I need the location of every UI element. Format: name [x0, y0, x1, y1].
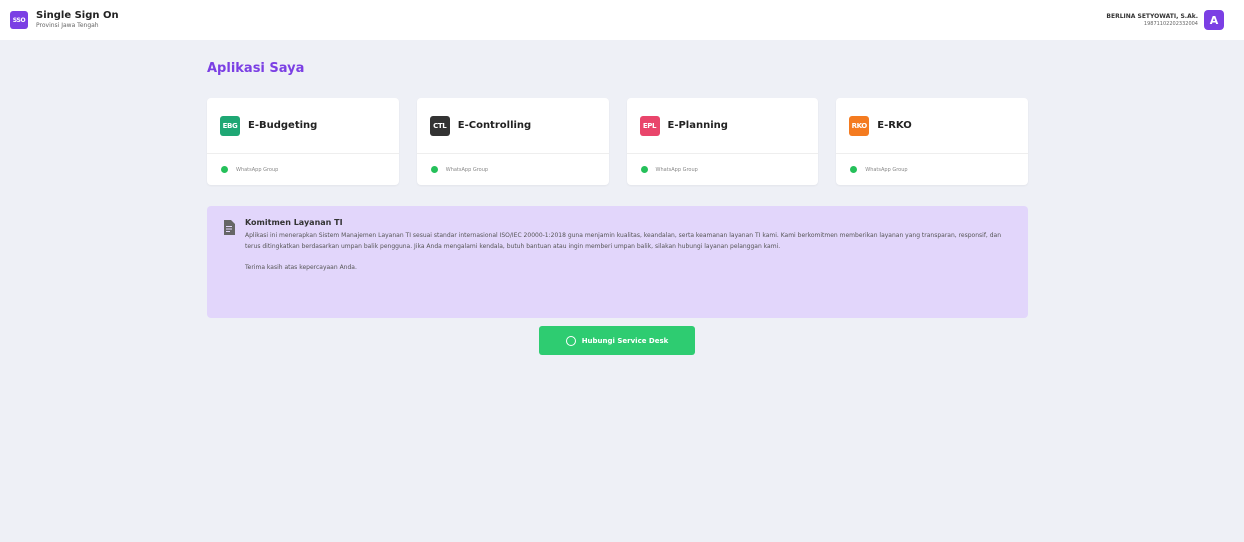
app-name[interactable]: E-Controlling: [458, 120, 531, 131]
notice-paragraph: Aplikasi ini menerapkan Sistem Manajemen…: [245, 232, 1002, 250]
whatsapp-group-link[interactable]: WhatsApp Group: [627, 154, 819, 185]
whatsapp-icon: [430, 166, 438, 173]
whatsapp-group-link[interactable]: WhatsApp Group: [207, 154, 399, 185]
whatsapp-group-label[interactable]: WhatsApp Group: [236, 167, 278, 173]
top-bar: SSO Single Sign On Provinsi Jawa Tengah …: [0, 0, 1244, 40]
user-info: BERLINA SETYOWATI, S.Ak. 198711022023320…: [1106, 13, 1198, 28]
whatsapp-icon: [850, 166, 858, 173]
app-card-erko[interactable]: RKO E-RKO WhatsApp Group: [836, 98, 1028, 185]
cta-label: Hubungi Service Desk: [581, 336, 669, 345]
app-name[interactable]: E-Planning: [668, 120, 728, 131]
whatsapp-group-link[interactable]: WhatsApp Group: [836, 154, 1028, 185]
whatsapp-icon: [565, 335, 576, 346]
user-name: BERLINA SETYOWATI, S.Ak.: [1106, 12, 1198, 20]
page-title: Aplikasi Saya: [207, 61, 305, 76]
document-icon: [224, 220, 235, 235]
whatsapp-icon: [640, 166, 648, 173]
app-cards: EBG E-Budgeting WhatsApp Group CTL E-Con…: [207, 98, 1028, 185]
app-card-header[interactable]: RKO E-RKO: [836, 98, 1028, 154]
whatsapp-icon: [221, 166, 228, 173]
whatsapp-group-label[interactable]: WhatsApp Group: [656, 167, 698, 173]
app-card-header[interactable]: EBG E-Budgeting: [207, 98, 399, 154]
app-title: Single Sign On: [36, 10, 119, 21]
brand[interactable]: SSO Single Sign On Provinsi Jawa Tengah: [10, 10, 119, 30]
econtrolling-logo: CTL: [429, 115, 450, 136]
whatsapp-group-label[interactable]: WhatsApp Group: [865, 167, 907, 173]
brand-text: Single Sign On Provinsi Jawa Tengah: [36, 10, 119, 30]
app-card-eplanning[interactable]: EPL E-Planning WhatsApp Group: [626, 98, 819, 185]
whatsapp-group-link[interactable]: WhatsApp Group: [417, 154, 609, 185]
app-card-econtrolling[interactable]: CTL E-Controlling WhatsApp Group: [416, 98, 609, 185]
user-id: 19871102202332004: [1143, 20, 1198, 27]
app-card-header[interactable]: EPL E-Planning: [626, 98, 819, 154]
notice-thanks: Terima kasih atas kepercayaan Anda.: [245, 264, 357, 271]
notice-title: Komitmen Layanan TI: [245, 218, 343, 227]
app-name[interactable]: E-RKO: [877, 120, 911, 131]
user-menu[interactable]: BERLINA SETYOWATI, S.Ak. 198711022023320…: [1106, 10, 1224, 30]
ebudgeting-logo: EBG: [220, 115, 240, 136]
app-subtitle: Provinsi Jawa Tengah: [36, 22, 99, 29]
erko-logo: RKO: [849, 115, 870, 136]
app-name[interactable]: E-Budgeting: [248, 120, 317, 131]
sso-logo: SSO: [10, 11, 28, 29]
app-card-ebudgeting[interactable]: EBG E-Budgeting WhatsApp Group: [207, 98, 399, 185]
avatar[interactable]: A: [1204, 10, 1224, 30]
whatsapp-group-label[interactable]: WhatsApp Group: [446, 167, 488, 173]
notice-body: Komitmen Layanan TI Aplikasi ini menerap…: [245, 218, 1012, 318]
service-commitment-notice: Komitmen Layanan TI Aplikasi ini menerap…: [207, 206, 1028, 318]
app-card-header[interactable]: CTL E-Controlling: [416, 98, 609, 154]
contact-service-desk-button[interactable]: Hubungi Service Desk: [539, 326, 695, 355]
eplanning-logo: EPL: [639, 115, 660, 136]
